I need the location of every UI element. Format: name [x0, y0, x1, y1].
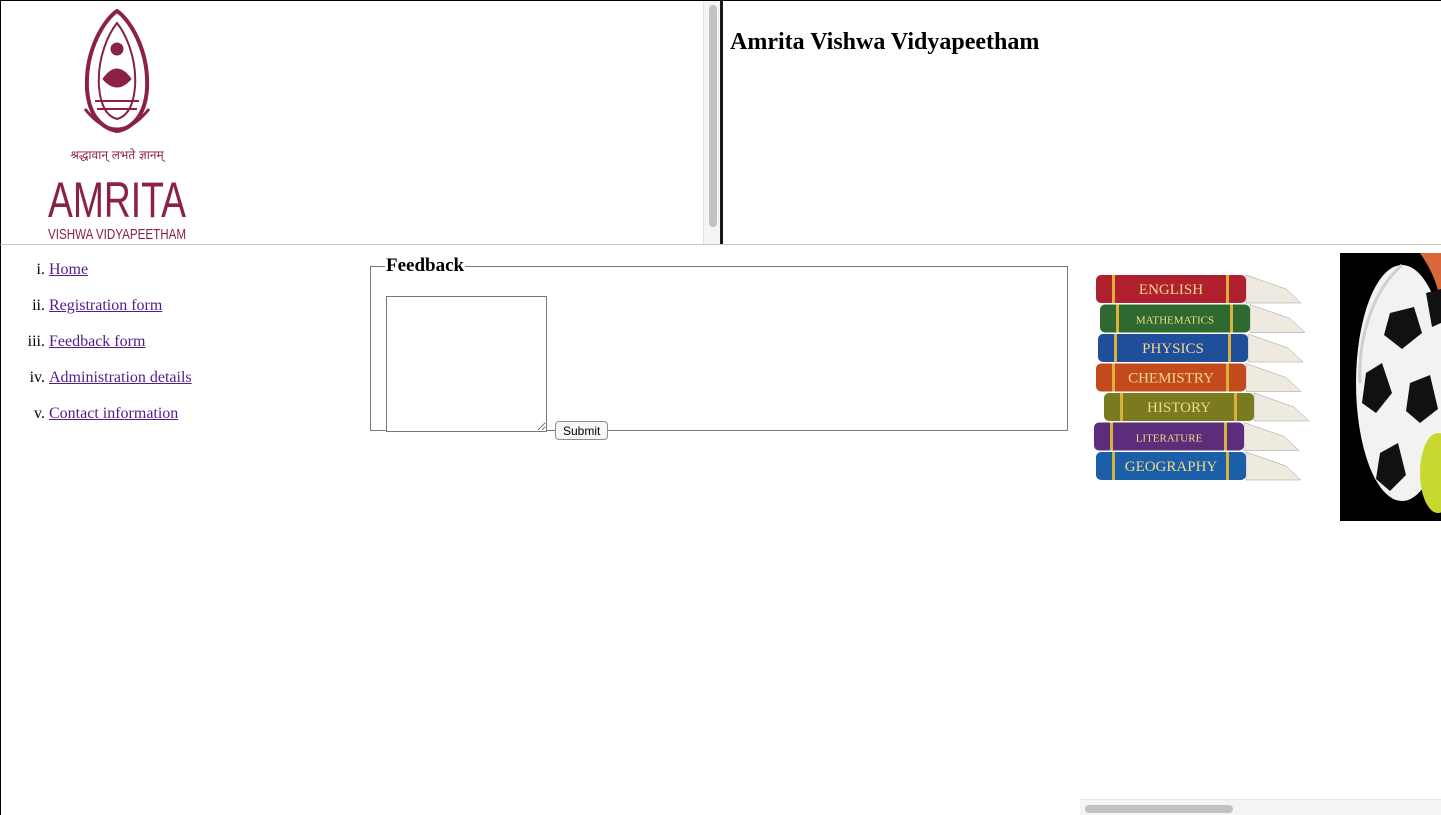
book-title: CHEMISTRY	[1128, 371, 1214, 387]
side-frame-scrollbar[interactable]	[1080, 799, 1441, 815]
book-title: HISTORY	[1147, 400, 1211, 416]
soccer-ball-icon	[1340, 253, 1441, 521]
logo-subtext: VISHWA VIDYAPEETHAM	[48, 226, 186, 243]
book-spine: GEOGRAPHY	[1096, 451, 1302, 481]
logo-frame: श्रद्धावान् लभते ज्ञानम् AMRITA VISHWA V…	[0, 0, 720, 245]
nav-frame: Home Registration form Feedback form Adm…	[0, 244, 361, 815]
title-frame: Amrita Vishwa Vidyapeetham	[720, 0, 1441, 245]
book-spine: CHEMISTRY	[1096, 363, 1302, 392]
books-image: ENGLISH MATHEMATICS PHYSICS CHEMISTRY HISTOR…	[1094, 274, 1310, 481]
book-title: MATHEMATICS	[1136, 315, 1214, 327]
book-title: LITERATURE	[1136, 433, 1203, 445]
book-spine: LITERATURE	[1094, 422, 1300, 451]
logo-text: AMRITA	[48, 172, 186, 228]
feedback-fieldset: Feedback Submit	[370, 255, 1068, 440]
nav-item-feedback: Feedback form	[49, 331, 192, 367]
nav-item-contact: Contact information	[49, 403, 192, 439]
book-spine: HISTORY	[1104, 392, 1310, 422]
main-frame: Feedback Submit	[360, 244, 1081, 815]
nav-item-registration: Registration form	[49, 295, 192, 331]
logo-frame-scrollbar[interactable]	[703, 1, 720, 244]
scrollbar-thumb[interactable]	[709, 5, 717, 227]
site-title: Amrita Vishwa Vidyapeetham	[730, 29, 1040, 55]
side-frame: ENGLISH MATHEMATICS PHYSICS CHEMISTRY HISTOR…	[1080, 244, 1441, 815]
book-title: GEOGRAPHY	[1125, 459, 1218, 475]
amrita-logo: श्रद्धावान् लभते ज्ञानम् AMRITA VISHWA V…	[48, 9, 186, 243]
book-title: ENGLISH	[1139, 282, 1203, 298]
logo-motto: श्रद्धावान् लभते ज्ञानम्	[70, 148, 165, 163]
feedback-legend: Feedback	[386, 255, 465, 276]
nav-link-contact[interactable]: Contact information	[49, 405, 178, 422]
feedback-textarea[interactable]	[386, 296, 547, 432]
nav-link-registration[interactable]: Registration form	[49, 297, 162, 314]
emblem-icon	[83, 9, 151, 134]
nav-list: Home Registration form Feedback form Adm…	[1, 259, 192, 439]
submit-button[interactable]: Submit	[555, 421, 609, 440]
book-spine: PHYSICS	[1098, 333, 1304, 363]
book-title: PHYSICS	[1142, 341, 1204, 357]
nav-link-feedback[interactable]: Feedback form	[49, 333, 145, 350]
nav-item-administration: Administration details	[49, 367, 192, 403]
nav-link-home[interactable]: Home	[49, 261, 88, 278]
nav-item-home: Home	[49, 259, 192, 295]
nav-link-administration[interactable]: Administration details	[49, 369, 192, 386]
scrollbar-thumb[interactable]	[1085, 805, 1233, 813]
book-spine: MATHEMATICS	[1100, 304, 1306, 333]
book-spine: ENGLISH	[1096, 274, 1302, 304]
